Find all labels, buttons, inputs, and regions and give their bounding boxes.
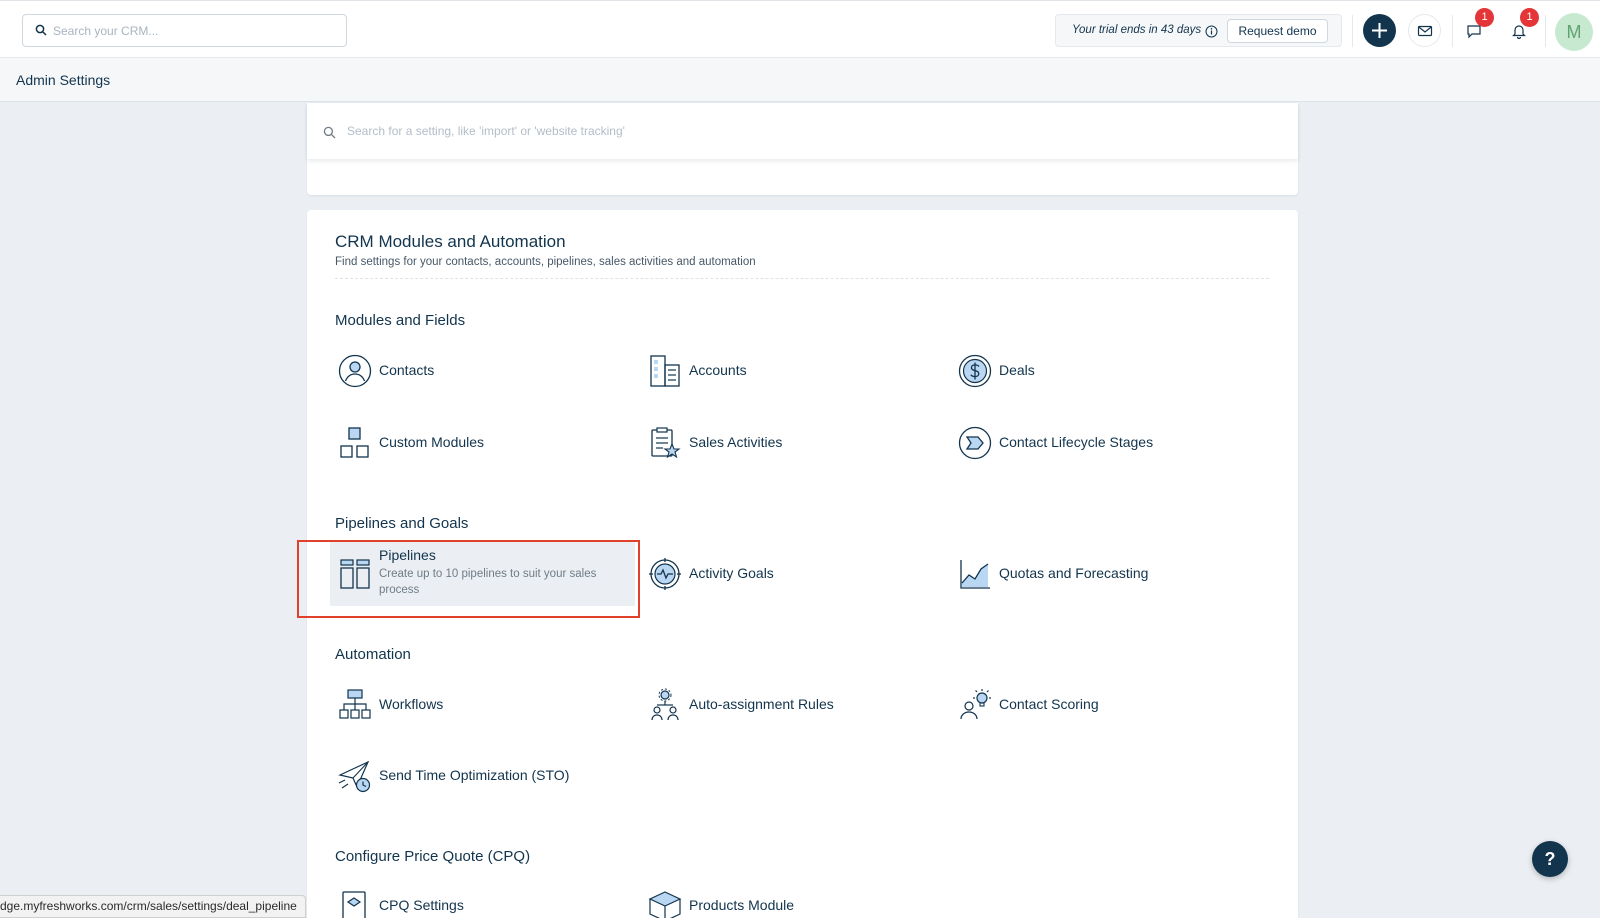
page-title: Admin Settings (16, 72, 111, 88)
item-label: Contact Scoring (999, 696, 1099, 712)
global-search-box[interactable] (22, 14, 347, 47)
plus-icon (1372, 23, 1387, 38)
notifications-button[interactable]: 1 (1502, 8, 1539, 47)
separator (1545, 15, 1546, 47)
trial-banner: Your trial ends in 43 days Request demo (1055, 14, 1342, 47)
notification-badge: 1 (1520, 8, 1539, 27)
cpq-settings-icon (342, 891, 366, 918)
chat-button[interactable]: 1 (1457, 8, 1494, 47)
top-navigation-bar: Your trial ends in 43 days Request demo … (0, 0, 1600, 58)
settings-item-products-module[interactable]: Products Module (640, 872, 945, 918)
deals-dollar-icon (958, 354, 992, 388)
search-icon (35, 24, 47, 36)
settings-item-contacts[interactable]: Contacts (330, 337, 635, 403)
settings-item-workflows[interactable]: Workflows (330, 671, 635, 737)
divider (335, 278, 1269, 279)
products-module-icon (648, 891, 682, 918)
item-label: Auto-assignment Rules (689, 696, 834, 712)
settings-search-input[interactable] (347, 120, 1247, 142)
settings-item-sales-activities[interactable]: Sales Activities (640, 409, 945, 475)
settings-item-cpq-settings[interactable]: CPQ Settings (330, 872, 635, 918)
info-icon[interactable] (1205, 25, 1218, 38)
separator (1452, 15, 1453, 47)
custom-modules-icon (340, 427, 369, 458)
quick-add-button[interactable] (1363, 14, 1396, 47)
item-label: Quotas and Forecasting (999, 565, 1149, 581)
item-description: Create up to 10 pipelines to suit your s… (379, 568, 597, 596)
item-label: Send Time Optimization (STO) (379, 767, 570, 783)
sales-activities-icon (651, 427, 681, 459)
item-label: Accounts (689, 362, 747, 378)
settings-search-card (307, 103, 1298, 195)
activity-goals-icon (649, 558, 681, 590)
search-icon (323, 126, 336, 139)
accounts-building-icon (650, 355, 680, 387)
item-label: Activity Goals (689, 565, 774, 581)
card-subtitle: Find settings for your contacts, account… (335, 256, 756, 268)
section-title-configure-price-quote: Configure Price Quote (CPQ) (335, 848, 531, 865)
settings-item-pipelines[interactable]: Pipelines Create up to 10 pipelines to s… (330, 540, 635, 606)
trial-text: Your trial ends in 43 days (1072, 24, 1202, 36)
settings-item-custom-modules[interactable]: Custom Modules (330, 409, 635, 475)
item-label: Contact Lifecycle Stages (999, 434, 1154, 450)
settings-item-activity-goals[interactable]: Activity Goals (640, 540, 945, 606)
chat-badge: 1 (1475, 8, 1494, 27)
user-avatar[interactable]: M (1555, 13, 1593, 51)
global-search-input[interactable] (53, 15, 338, 46)
settings-item-contact-lifecycle-stages[interactable]: Contact Lifecycle Stages (950, 409, 1255, 475)
page-header: Admin Settings (0, 58, 1600, 102)
contact-scoring-icon (960, 689, 991, 720)
settings-item-send-time-optimization[interactable]: Send Time Optimization (STO) (330, 742, 635, 808)
item-label: Products Module (689, 897, 795, 913)
status-bar-url: dge.myfreshworks.com/crm/sales/settings/… (0, 895, 306, 918)
request-demo-button[interactable]: Request demo (1227, 19, 1328, 43)
item-label: Sales Activities (689, 434, 783, 450)
settings-item-deals[interactable]: Deals (950, 337, 1255, 403)
quotas-chart-icon (960, 560, 990, 589)
separator (1352, 15, 1353, 47)
section-title-automation: Automation (335, 646, 411, 663)
email-button[interactable] (1408, 14, 1441, 47)
settings-item-accounts[interactable]: Accounts (640, 337, 945, 403)
section-title-modules-and-fields: Modules and Fields (335, 312, 466, 329)
item-label: CPQ Settings (379, 897, 464, 913)
section-title-pipelines-and-goals: Pipelines and Goals (335, 515, 469, 532)
settings-item-quotas-and-forecasting[interactable]: Quotas and Forecasting (950, 540, 1255, 606)
mail-icon (1417, 25, 1433, 37)
card-title: CRM Modules and Automation (335, 232, 566, 251)
workflows-icon (339, 689, 371, 719)
item-label: Deals (999, 362, 1035, 378)
item-label: Custom Modules (379, 434, 485, 450)
settings-item-contact-scoring[interactable]: Contact Scoring (950, 671, 1255, 737)
item-label: Pipelines (379, 547, 436, 563)
help-button[interactable]: ? (1532, 841, 1568, 877)
contact-icon (338, 354, 372, 388)
auto-assignment-icon (651, 688, 679, 721)
lifecycle-icon (958, 426, 992, 460)
item-label: Contacts (379, 362, 435, 378)
pipelines-icon (340, 559, 370, 589)
settings-search-box[interactable] (307, 103, 1298, 159)
crm-modules-card: CRM Modules and Automation Find settings… (307, 210, 1298, 918)
send-time-icon (338, 760, 371, 793)
item-label: Workflows (379, 696, 444, 712)
settings-item-auto-assignment-rules[interactable]: Auto-assignment Rules (640, 671, 945, 737)
